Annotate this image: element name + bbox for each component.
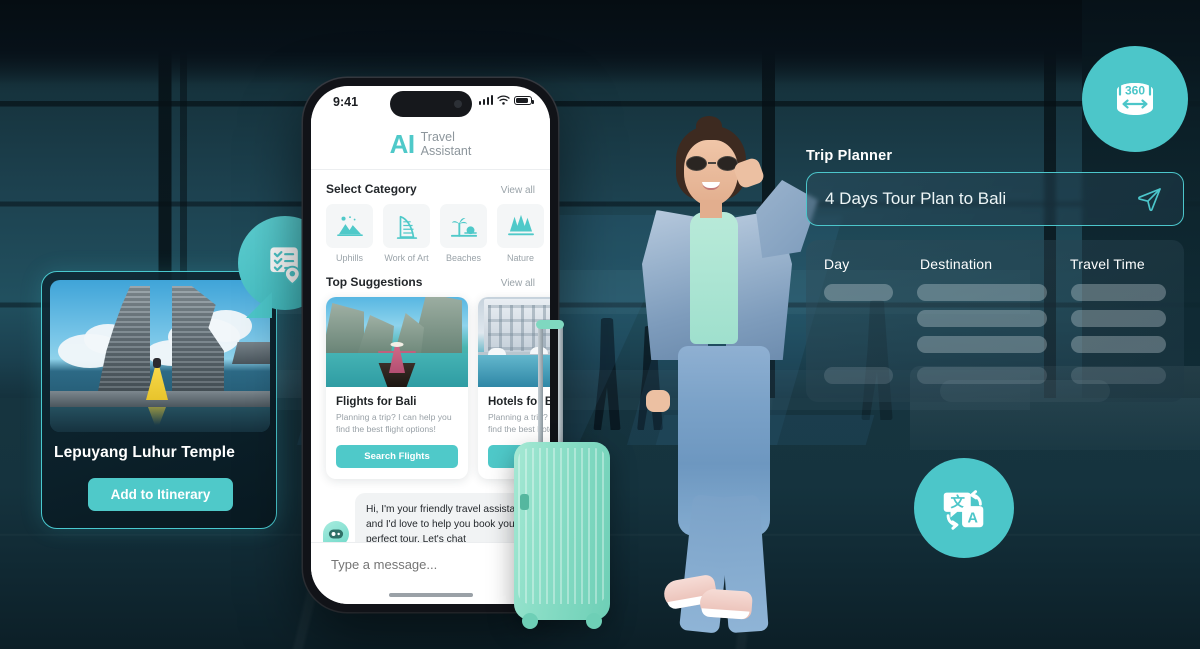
category-section-header: Select Category View all bbox=[311, 170, 550, 204]
add-to-itinerary-button[interactable]: Add to Itinerary bbox=[88, 478, 233, 511]
category-section-title: Select Category bbox=[326, 182, 417, 196]
app-logo-ai: AI bbox=[389, 128, 416, 159]
category-tile bbox=[440, 204, 487, 248]
category-item-nature[interactable]: Nature bbox=[497, 204, 544, 263]
trip-planner-header-row: Day Destination Travel Time bbox=[824, 256, 1166, 272]
status-bar: 9:41 bbox=[311, 86, 550, 118]
category-label: Work of Art bbox=[384, 253, 429, 263]
app-logo-line2: Assistant bbox=[420, 143, 472, 158]
destination-card[interactable]: Lepuyang Luhur Temple Add to Itinerary bbox=[41, 271, 277, 529]
category-item-beaches[interactable]: Beaches bbox=[440, 204, 487, 263]
svg-text:360: 360 bbox=[1125, 84, 1145, 98]
send-paper-plane-icon[interactable] bbox=[1135, 184, 1165, 214]
trip-planner-panel: Trip Planner Day Destination Travel Time bbox=[806, 148, 1184, 402]
skeleton-travel-time-cell bbox=[1070, 284, 1166, 301]
category-label: Uphills bbox=[335, 253, 363, 263]
skeleton-day-cell bbox=[824, 310, 893, 327]
suggestions-section-header: Top Suggestions View all bbox=[311, 263, 550, 297]
cellular-signal-icon bbox=[478, 95, 493, 105]
destination-photo bbox=[50, 280, 270, 432]
table-row bbox=[824, 310, 1166, 327]
suitcase bbox=[514, 320, 610, 629]
skeleton-travel-time-cell bbox=[1070, 367, 1166, 384]
language-translate-icon: 文 A bbox=[937, 481, 991, 535]
destination-title: Lepuyang Luhur Temple bbox=[54, 444, 235, 461]
360-panorama-icon: 360 bbox=[1107, 71, 1163, 127]
checklist-location-icon bbox=[263, 241, 307, 285]
category-label: Nature bbox=[506, 253, 534, 263]
skeleton-destination-cell bbox=[916, 310, 1047, 327]
app-logo-line1: Travel bbox=[420, 129, 455, 144]
table-row bbox=[824, 336, 1166, 353]
skeleton-day-cell bbox=[824, 284, 893, 301]
front-camera-icon bbox=[453, 100, 462, 108]
search-flights-button[interactable]: Search Flights bbox=[336, 444, 458, 468]
trip-planner-table: Day Destination Travel Time bbox=[806, 240, 1184, 402]
home-indicator bbox=[388, 592, 473, 597]
suggestion-body: Flights for Bali Planning a trip? I can … bbox=[326, 387, 468, 479]
wifi-icon bbox=[497, 95, 510, 105]
dynamic-island bbox=[389, 91, 472, 117]
category-item-work-of-art[interactable]: Work of Art bbox=[383, 204, 430, 263]
category-tile bbox=[383, 204, 430, 248]
translate-badge[interactable]: 文 A bbox=[914, 458, 1014, 558]
suggestion-card-flights[interactable]: Flights for Bali Planning a trip? I can … bbox=[326, 297, 468, 479]
skeleton-travel-time-cell bbox=[1070, 336, 1166, 353]
ceiling-shadow bbox=[0, 0, 1200, 84]
mockup-stage: Lepuyang Luhur Temple Add to Itinerary 3… bbox=[0, 0, 1200, 649]
column-header-destination: Destination bbox=[920, 256, 993, 272]
column-header-travel-time: Travel Time bbox=[1070, 256, 1145, 272]
skeleton-travel-time-cell bbox=[1070, 310, 1166, 327]
360-view-badge[interactable]: 360 bbox=[1082, 46, 1188, 152]
table-row bbox=[824, 367, 1166, 384]
forest-trees-icon bbox=[507, 214, 535, 238]
battery-icon bbox=[514, 96, 534, 105]
category-label: Beaches bbox=[445, 253, 482, 263]
column-header-day: Day bbox=[824, 256, 850, 272]
suggestions-section-title: Top Suggestions bbox=[326, 275, 423, 289]
suggestion-title: Flights for Bali bbox=[336, 396, 417, 408]
category-tile bbox=[326, 204, 373, 248]
category-item-uphills[interactable]: Uphills bbox=[326, 204, 373, 263]
palm-beach-icon bbox=[450, 214, 478, 239]
category-tile bbox=[497, 204, 544, 248]
skeleton-destination-cell bbox=[916, 284, 1047, 301]
status-indicators bbox=[478, 95, 534, 105]
mountain-icon bbox=[336, 214, 363, 238]
chat-message-input[interactable] bbox=[331, 557, 530, 572]
trip-planner-input-wrap[interactable] bbox=[806, 172, 1184, 226]
category-row: Uphills Work of Art Beaches Nature bbox=[311, 204, 550, 263]
trip-planner-input[interactable] bbox=[825, 189, 1135, 209]
category-view-all-link[interactable]: View all bbox=[501, 185, 535, 196]
skeleton-destination-cell bbox=[916, 336, 1047, 353]
app-logo-text: Travel Assistant bbox=[421, 130, 472, 158]
status-time: 9:41 bbox=[333, 95, 359, 109]
landmark-building-icon bbox=[396, 213, 418, 239]
suggestion-photo bbox=[326, 297, 468, 387]
skeleton-day-cell bbox=[824, 336, 893, 353]
trip-planner-title: Trip Planner bbox=[806, 148, 893, 164]
suggestions-view-all-link[interactable]: View all bbox=[501, 278, 535, 289]
skeleton-destination-cell bbox=[916, 367, 1047, 384]
skeleton-day-cell bbox=[824, 367, 893, 384]
app-header: AI Travel Assistant bbox=[311, 118, 550, 170]
svg-text:A: A bbox=[967, 510, 978, 526]
table-row bbox=[824, 284, 1166, 301]
suggestion-description: Planning a trip? I can help you find the… bbox=[336, 412, 452, 434]
